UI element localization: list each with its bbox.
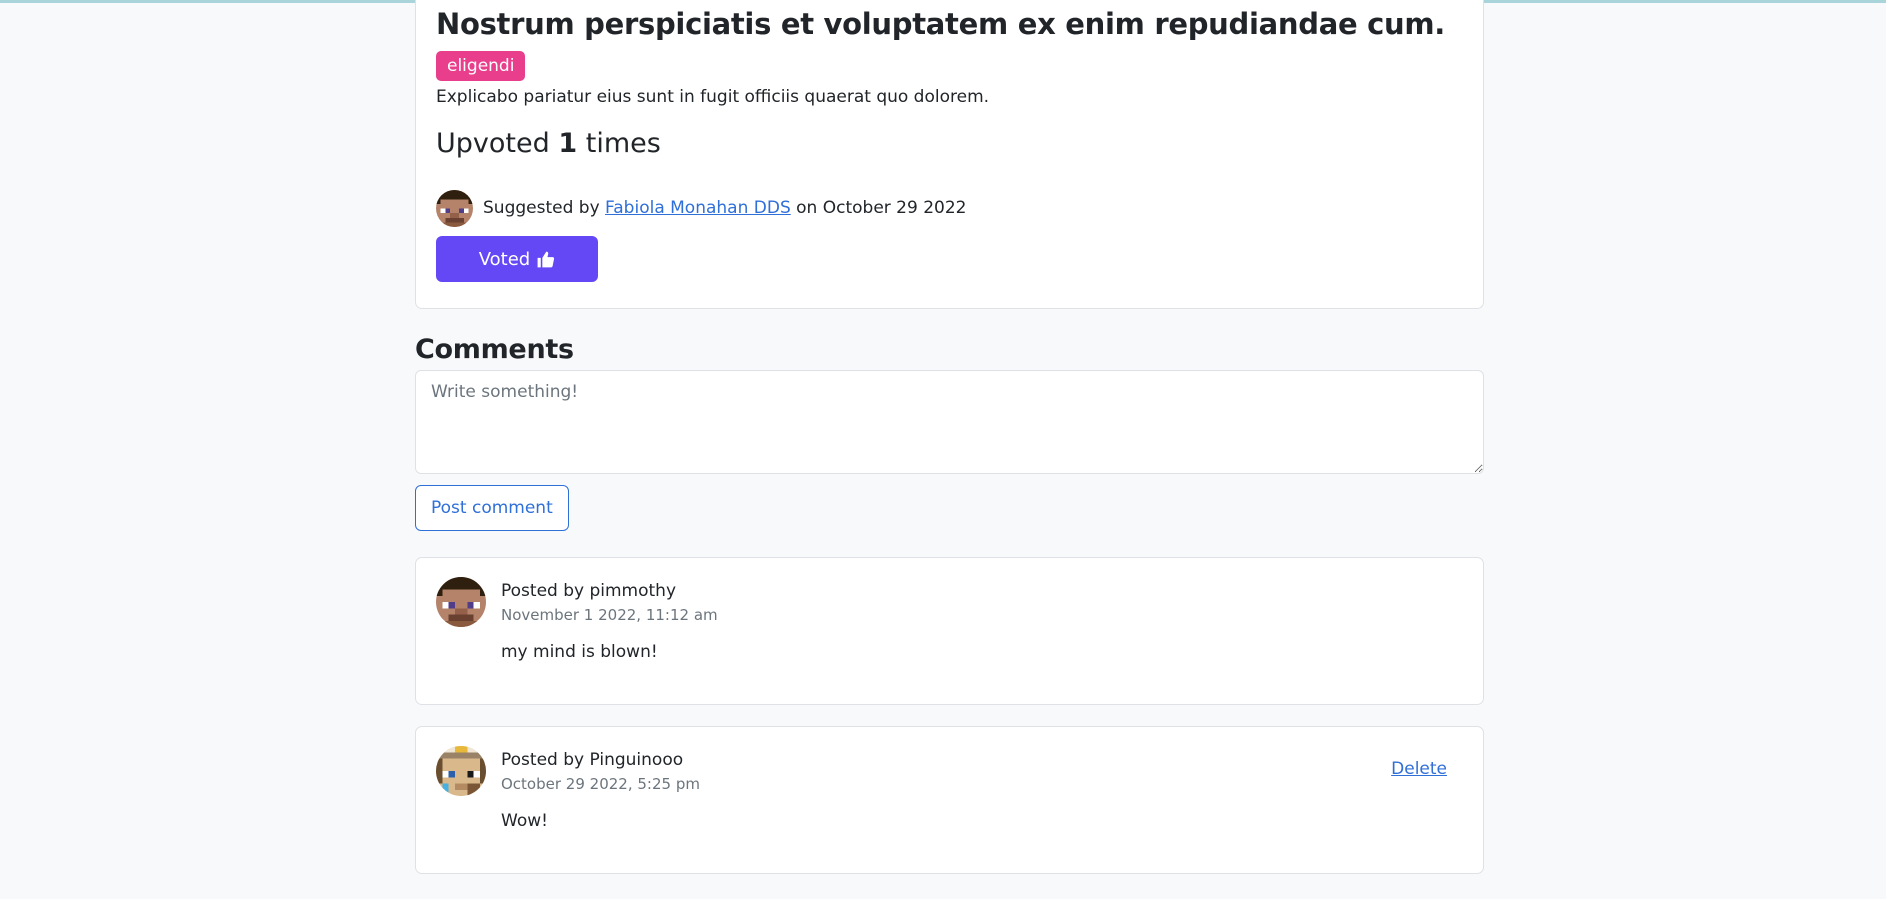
comments-heading: Comments <box>415 334 574 365</box>
suggestion-title: Nostrum perspiciatis et voluptatem ex en… <box>436 7 1445 41</box>
author-avatar <box>436 189 473 227</box>
comment-meta: Posted by pimmothy November 1 2022, 11:1… <box>501 577 718 625</box>
comment-author: Posted by Pinguinooo <box>501 750 684 770</box>
comment-card: Posted by Pinguinooo October 29 2022, 5:… <box>415 726 1484 874</box>
minecraft-avatar-icon <box>436 577 486 627</box>
suggested-by-text: Suggested by Fabiola Monahan DDS on Octo… <box>483 198 966 218</box>
suggestion-card: Nostrum perspiciatis et voluptatem ex en… <box>415 0 1484 309</box>
author-link[interactable]: Fabiola Monahan DDS <box>605 198 791 218</box>
comment-header: Posted by pimmothy November 1 2022, 11:1… <box>436 577 1463 627</box>
upvote-count: 1 <box>558 128 578 159</box>
main-container: Nostrum perspiciatis et voluptatem ex en… <box>415 0 1484 874</box>
post-comment-button[interactable]: Post comment <box>415 485 569 531</box>
suggested-date: on October 29 2022 <box>796 198 967 218</box>
minecraft-avatar-icon <box>436 746 486 796</box>
upvote-suffix: times <box>585 128 661 159</box>
comment-textarea[interactable] <box>415 370 1484 474</box>
minecraft-avatar-icon <box>436 189 473 227</box>
comment-header: Posted by Pinguinooo October 29 2022, 5:… <box>436 746 1463 796</box>
voted-button-label: Voted <box>478 248 531 270</box>
upvote-count-line: Upvoted 1 times <box>436 127 1463 161</box>
comment-date: October 29 2022, 5:25 pm <box>501 775 700 793</box>
delete-comment-link[interactable]: Delete <box>1391 759 1447 779</box>
comment-meta: Posted by Pinguinooo October 29 2022, 5:… <box>501 746 700 794</box>
thumbs-up-icon <box>537 251 555 267</box>
suggested-by-row: Suggested by Fabiola Monahan DDS on Octo… <box>436 189 1463 227</box>
upvote-prefix: Upvoted <box>436 128 550 159</box>
category-badge: eligendi <box>436 51 526 81</box>
voted-button[interactable]: Voted <box>436 236 598 282</box>
suggestion-description: Explicabo pariatur eius sunt in fugit of… <box>436 87 990 107</box>
comment-date: November 1 2022, 11:12 am <box>501 606 718 624</box>
commenter-avatar <box>436 577 486 627</box>
comment-body: Wow! <box>501 811 548 831</box>
comment-author: Posted by pimmothy <box>501 581 677 601</box>
comment-body: my mind is blown! <box>501 642 658 662</box>
commenter-avatar <box>436 746 486 796</box>
comment-card: Posted by pimmothy November 1 2022, 11:1… <box>415 557 1484 705</box>
suggested-prefix: Suggested by <box>483 198 600 218</box>
